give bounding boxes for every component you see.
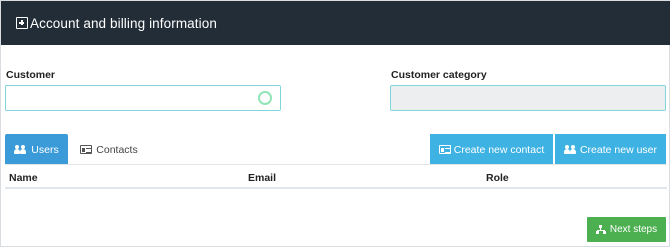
tab-users-label: Users bbox=[31, 143, 59, 156]
column-header-role: Role bbox=[486, 172, 509, 184]
next-steps-button[interactable]: Next steps bbox=[587, 217, 666, 242]
users-icon bbox=[563, 145, 577, 154]
tab-users[interactable]: Users bbox=[5, 134, 68, 165]
create-new-user-label: Create new user bbox=[579, 143, 658, 156]
customer-input[interactable] bbox=[5, 85, 281, 111]
column-header-name: Name bbox=[9, 172, 38, 184]
tab-divider bbox=[5, 164, 667, 165]
users-icon bbox=[14, 145, 27, 154]
tab-contacts[interactable]: Contacts bbox=[75, 134, 143, 165]
contact-card-icon bbox=[438, 145, 451, 154]
loading-spinner-icon bbox=[258, 91, 272, 105]
panel-header: Account and billing information bbox=[1, 1, 670, 45]
sitemap-icon bbox=[595, 225, 606, 234]
panel-title: Account and billing information bbox=[30, 15, 217, 31]
next-steps-label: Next steps bbox=[609, 224, 658, 235]
create-new-user-button[interactable]: Create new user bbox=[555, 134, 666, 165]
contact-card-icon bbox=[80, 145, 93, 154]
customer-category-input bbox=[390, 85, 666, 111]
create-new-contact-button[interactable]: Create new contact bbox=[430, 134, 553, 165]
customer-category-label: Customer category bbox=[391, 69, 487, 81]
create-new-contact-label: Create new contact bbox=[453, 143, 545, 156]
account-billing-panel: Account and billing information Customer… bbox=[0, 0, 670, 247]
tab-contacts-label: Contacts bbox=[96, 143, 138, 156]
column-header-email: Email bbox=[248, 172, 277, 184]
table-header-divider bbox=[5, 187, 667, 189]
plus-square-icon bbox=[16, 17, 28, 29]
customer-label: Customer bbox=[6, 69, 56, 81]
